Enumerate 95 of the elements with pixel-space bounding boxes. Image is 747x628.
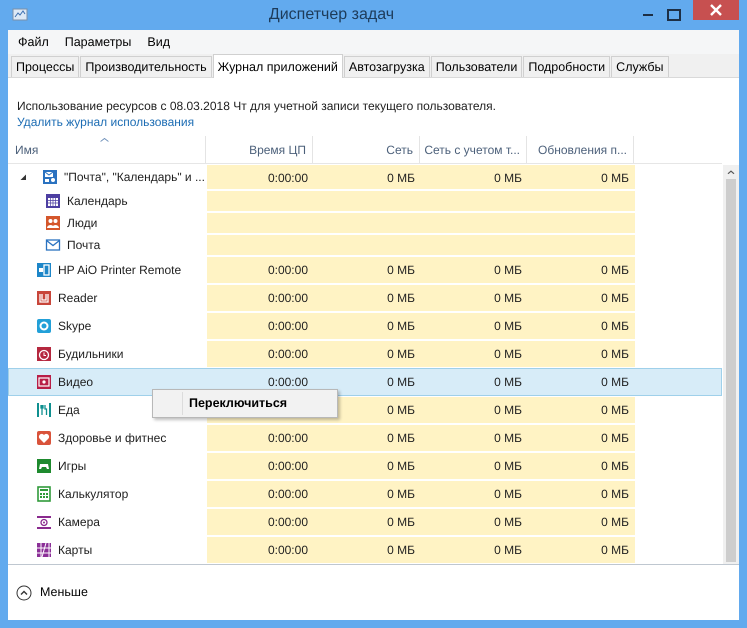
app-name: Люди xyxy=(67,214,98,232)
clear-history-link[interactable]: Удалить журнал использования xyxy=(17,114,194,129)
table-cell: 0 МБ xyxy=(494,346,522,361)
column-header[interactable]: Обновления п... xyxy=(527,136,634,163)
tab[interactable]: Автозагрузка xyxy=(344,56,430,77)
table-cell: 0 МБ xyxy=(387,402,415,417)
menu-item[interactable]: Файл xyxy=(10,32,57,53)
tab[interactable]: Процессы xyxy=(11,56,80,77)
table-cell: 0:00:00 xyxy=(268,262,308,277)
table-cell: 0 МБ xyxy=(387,346,415,361)
table-row[interactable]: Календарь xyxy=(8,190,722,212)
table-cell: 0 МБ xyxy=(387,514,415,529)
table-cell: 0 МБ xyxy=(387,430,415,445)
tab[interactable]: Службы xyxy=(611,56,669,77)
menu-item[interactable]: Параметры xyxy=(56,32,140,53)
app-name: Календарь xyxy=(67,192,128,210)
table-row[interactable]: Карты 0:00:00 0 МБ 0 МБ 0 МБ xyxy=(8,536,722,564)
table-cell: 0 МБ xyxy=(601,430,629,445)
table-cell: 0 МБ xyxy=(387,290,415,305)
table-cell: 0 МБ xyxy=(387,458,415,473)
table-row[interactable]: Люди xyxy=(8,212,722,234)
table-cell: 0 МБ xyxy=(494,290,522,305)
app-name: Камера xyxy=(58,514,100,531)
table-cell: 0 МБ xyxy=(494,514,522,529)
table-row[interactable]: Skype 0:00:00 0 МБ 0 МБ 0 МБ xyxy=(8,312,722,340)
app-name: Reader xyxy=(58,290,98,307)
table-cell: 0:00:00 xyxy=(268,430,308,445)
table-cell: 0:00:00 xyxy=(268,542,308,557)
column-header[interactable]: Имя xyxy=(8,136,206,163)
table-cell: 0 МБ xyxy=(387,262,415,277)
window-title: Диспетчер задач xyxy=(268,5,396,25)
table-cell: 0 МБ xyxy=(601,542,629,557)
table-cell: 0 МБ xyxy=(601,290,629,305)
tab[interactable]: Пользователи xyxy=(430,56,522,77)
table-cell: 0 МБ xyxy=(601,374,629,389)
app-name: Игры xyxy=(58,458,86,475)
table-cell: 0 МБ xyxy=(601,318,629,333)
table-cell: 0:00:00 xyxy=(268,514,308,529)
table-row[interactable]: Видео 0:00:00 0 МБ 0 МБ 0 МБ xyxy=(8,368,722,396)
table-cell: 0 МБ xyxy=(601,486,629,501)
table-row[interactable]: Камера 0:00:00 0 МБ 0 МБ 0 МБ xyxy=(8,508,722,536)
table-cell: 0:00:00 xyxy=(268,486,308,501)
app-name: "Почта", "Календарь" и ... xyxy=(64,168,205,186)
app-name: Еда xyxy=(58,402,80,419)
table-cell: 0 МБ xyxy=(494,402,522,417)
table-cell: 0:00:00 xyxy=(268,346,308,361)
table-row[interactable]: HP AiO Printer Remote 0:00:00 0 МБ 0 МБ 0 МБ xyxy=(8,256,722,284)
table-row[interactable]: Здоровье и фитнес 0:00:00 0 МБ 0 МБ 0 МБ xyxy=(8,424,722,452)
usage-summary: Использование ресурсов с 08.03.2018 Чт для учетной записи текущего пользователя. xyxy=(17,98,497,114)
table-row[interactable]: "Почта", "Календарь" и ... 0:00:00 0 МБ 0 МБ 0 МБ xyxy=(8,164,722,190)
table-cell: 0:00:00 xyxy=(268,374,308,389)
table-cell: 0:00:00 xyxy=(268,290,308,305)
app-name: Калькулятор xyxy=(58,486,128,503)
table-cell: 0 МБ xyxy=(494,458,522,473)
table-cell: 0 МБ xyxy=(601,262,629,277)
table-cell: 0 МБ xyxy=(387,486,415,501)
app-name: HP AiO Printer Remote xyxy=(58,262,182,279)
app-name: Skype xyxy=(58,318,92,335)
tab[interactable]: Подробности xyxy=(523,56,610,77)
table-cell: 0:00:00 xyxy=(268,458,308,473)
table-cell: 0 МБ xyxy=(601,346,629,361)
table-cell: 0 МБ xyxy=(601,402,629,417)
table-cell: 0 МБ xyxy=(387,318,415,333)
table-cell: 0:00:00 xyxy=(268,318,308,333)
column-header[interactable]: Время ЦП xyxy=(206,136,313,163)
table-cell: 0 МБ xyxy=(601,514,629,529)
table-cell: 0 МБ xyxy=(494,318,522,333)
table-cell: 0 МБ xyxy=(494,374,522,389)
table-row[interactable]: Reader 0:00:00 0 МБ 0 МБ 0 МБ xyxy=(8,284,722,312)
app-name: Почта xyxy=(67,236,100,254)
tab[interactable]: Журнал приложений xyxy=(212,54,343,78)
table-cell: 0 МБ xyxy=(601,458,629,473)
app-name: Здоровье и фитнес xyxy=(58,430,166,447)
column-header[interactable]: Сеть xyxy=(313,136,420,163)
fewer-details-button[interactable]: Меньше xyxy=(16,583,88,602)
table-cell: 0 МБ xyxy=(494,430,522,445)
table-cell: 0 МБ xyxy=(494,542,522,557)
table-row[interactable]: Игры 0:00:00 0 МБ 0 МБ 0 МБ xyxy=(8,452,722,480)
table-cell: 0 МБ xyxy=(494,170,522,185)
column-header[interactable]: Сеть с учетом т... xyxy=(420,136,527,163)
tab[interactable]: Производительность xyxy=(80,56,212,77)
app-name: Будильники xyxy=(58,346,124,363)
table-cell: 0 МБ xyxy=(494,486,522,501)
table-row[interactable]: Будильники 0:00:00 0 МБ 0 МБ 0 МБ xyxy=(8,340,722,368)
app-name: Видео xyxy=(58,374,94,391)
app-name: Карты xyxy=(58,542,92,559)
table-cell: 0 МБ xyxy=(387,170,415,185)
table-cell: 0 МБ xyxy=(387,542,415,557)
table-row[interactable]: Почта xyxy=(8,234,722,256)
table-row[interactable]: Калькулятор 0:00:00 0 МБ 0 МБ 0 МБ xyxy=(8,480,722,508)
menu-item[interactable]: Вид xyxy=(139,32,178,53)
table-cell: 0 МБ xyxy=(494,262,522,277)
table-cell: 0 МБ xyxy=(387,374,415,389)
table-cell: 0 МБ xyxy=(601,170,629,185)
table-cell: 0:00:00 xyxy=(268,170,308,185)
